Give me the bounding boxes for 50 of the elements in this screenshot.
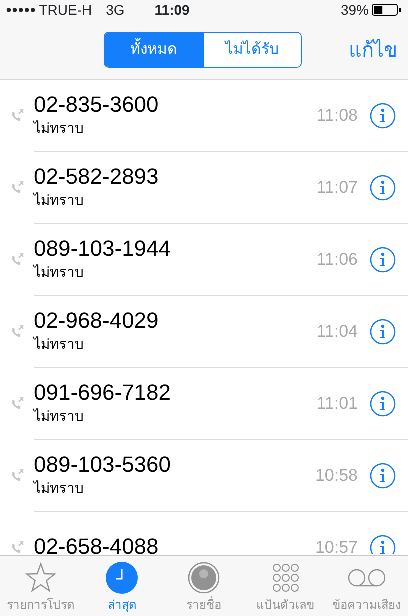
status-time: 11:09 <box>154 0 190 20</box>
info-icon[interactable] <box>370 246 396 272</box>
tab-bar-item[interactable]: รายชื่อ <box>163 556 245 616</box>
caller-label: ไม่ทราบ <box>34 335 85 354</box>
outgoing-call-icon <box>9 180 25 196</box>
battery-icon <box>372 4 402 16</box>
tab-bar-item[interactable]: แป้นตัวเลข <box>244 556 326 616</box>
phone-number: 089-103-1944 <box>34 236 172 262</box>
outgoing-call-icon <box>9 540 25 554</box>
call-time: 11:07 <box>316 176 358 199</box>
call-time: 11:08 <box>316 104 358 127</box>
carrier-name: TRUE-H <box>39 0 92 20</box>
battery-percent: 39% <box>340 0 369 20</box>
caller-label: ไม่ทราบ <box>34 407 85 426</box>
caller-label: ไม่ทราบ <box>34 119 85 138</box>
outgoing-call-icon <box>9 396 25 412</box>
call-time: 11:01 <box>316 392 358 415</box>
caller-label: ไม่ทราบ <box>34 479 85 498</box>
info-icon[interactable] <box>370 174 396 200</box>
outgoing-call-icon <box>9 324 25 340</box>
call-time: 10:57 <box>315 536 358 554</box>
phone-number: 02-582-2893 <box>34 164 160 190</box>
tab-bar-item[interactable]: ล่าสุด <box>82 556 164 616</box>
outgoing-call-icon <box>9 252 25 268</box>
info-icon[interactable] <box>370 534 396 554</box>
tab-bar-item[interactable]: รายการโปรด <box>0 556 82 616</box>
call-time: 11:06 <box>316 248 358 271</box>
tab-bar-item[interactable]: ข้อความเสียง <box>326 556 408 616</box>
segment-tab[interactable]: ไม่ได้รับ <box>203 33 301 67</box>
info-icon[interactable] <box>370 390 396 416</box>
outgoing-call-icon <box>9 468 25 484</box>
phone-number: 091-696-7182 <box>34 380 172 406</box>
phone-number: 02-835-3600 <box>34 92 160 118</box>
caller-label: ไม่ทราบ <box>34 263 85 282</box>
phone-number: 089-103-5360 <box>34 452 172 478</box>
call-time: 11:04 <box>316 320 358 343</box>
outgoing-call-icon <box>9 108 25 124</box>
signal-dots: ●●●●● <box>6 4 36 18</box>
network-type: 3G <box>106 0 125 20</box>
segment-tab[interactable]: ทั้งหมด <box>105 33 203 67</box>
phone-number: 02-968-4029 <box>34 308 160 334</box>
info-icon[interactable] <box>370 318 396 344</box>
edit-button[interactable]: แก้ไข <box>349 36 398 66</box>
caller-label: ไม่ทราบ <box>34 191 85 210</box>
call-time: 10:58 <box>315 464 358 487</box>
info-icon[interactable] <box>370 102 396 128</box>
star-icon <box>24 562 57 594</box>
clock-icon <box>106 562 138 594</box>
info-icon[interactable] <box>370 462 396 488</box>
person-icon <box>188 562 220 594</box>
